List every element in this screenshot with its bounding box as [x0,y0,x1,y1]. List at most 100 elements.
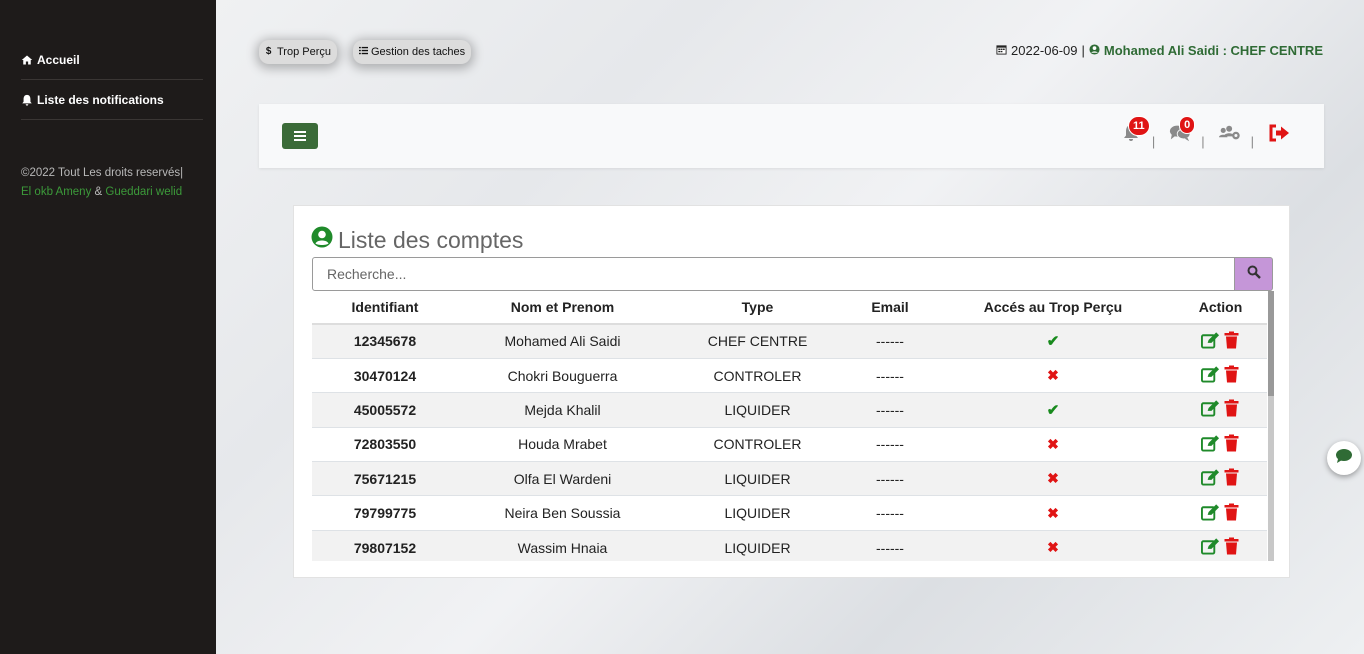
table-row: 79799775 Neira Ben Soussia LIQUIDER ------ ✖ [312,495,1267,531]
edit-icon[interactable] [1200,434,1220,455]
cell-identifiant: 75671215 [312,461,458,496]
trash-icon[interactable] [1222,331,1241,352]
trash-icon[interactable] [1222,537,1241,558]
cell-acces: ✔ [932,323,1174,359]
table-row: 30470124 Chokri Bouguerra CONTROLER ------ ✖ [312,357,1267,393]
trash-icon[interactable] [1222,434,1241,455]
logout-button[interactable] [1264,118,1294,154]
cell-type: CONTROLER [667,426,848,462]
accounts-table: Identifiant Nom et Prenom Type Email Acc… [312,291,1267,561]
column-header: Identifiant [312,291,458,325]
search-button[interactable] [1235,257,1273,291]
cell-acces: ✖ [932,461,1174,496]
edit-icon[interactable] [1200,399,1220,420]
scrollbar-track [1268,396,1274,561]
cell-action [1174,357,1267,393]
sidebar-item-notifications[interactable]: Liste des notifications [21,80,203,120]
card-title: Liste des comptes [311,226,523,254]
separator: | [1151,133,1156,149]
scrollbar-thumb[interactable] [1268,291,1274,396]
sidebar-item-accueil[interactable]: Accueil [21,40,203,80]
chat-float-button[interactable] [1327,441,1361,475]
cell-identifiant: 79807152 [312,529,458,561]
cell-type: CONTROLER [667,357,848,393]
calendar-icon [996,43,1007,58]
table-scrollbar[interactable] [1268,291,1274,561]
cell-action [1174,529,1267,561]
table-row: 72803550 Houda Mrabet CONTROLER ------ ✖ [312,426,1267,462]
cell-nom-prenom: Mejda Khalil [458,392,667,428]
accounts-table-container: Identifiant Nom et Prenom Type Email Acc… [312,291,1274,561]
cell-acces: ✖ [932,529,1174,561]
page-title: Liste des comptes [338,226,524,253]
author-link-1[interactable]: El okb Ameny [21,186,91,198]
bell-icon [21,94,35,106]
notifications-badge: 11 [1127,116,1150,136]
search-icon [1247,265,1261,284]
column-header: Accés au Trop Perçu [932,291,1174,325]
cell-action [1174,426,1267,462]
sidebar: Accueil Liste des notifications ©2022 To… [0,0,216,654]
cell-identifiant: 12345678 [312,323,458,359]
cell-identifiant: 30470124 [312,357,458,393]
cell-nom-prenom: Mohamed Ali Saidi [458,323,667,359]
cell-acces: ✖ [932,495,1174,531]
trop-percu-label: Trop Perçu [277,46,332,58]
gestion-taches-button[interactable]: Gestion des taches [353,40,472,64]
gestion-taches-label: Gestion des taches [371,46,466,58]
table-row: 45005572 Mejda Khalil LIQUIDER ------ ✔ [312,392,1267,428]
user-circle-icon [311,226,333,254]
check-icon: ✔ [1046,333,1060,351]
separator: | [1081,43,1085,58]
edit-icon[interactable] [1200,503,1220,524]
cell-action [1174,323,1267,359]
separator: | [1201,133,1205,149]
column-header: Email [848,291,932,325]
cell-nom-prenom: Chokri Bouguerra [458,357,667,393]
comment-icon [1335,448,1353,469]
home-icon [21,54,35,66]
copyright-text: ©2022 Tout Les droits reservés| [21,167,184,179]
table-row: 75671215 Olfa El Wardeni LIQUIDER ------ ✖ [312,461,1267,496]
times-icon: ✖ [1047,504,1059,521]
column-header: Action [1174,291,1267,325]
messages-badge: 0 [1179,116,1196,134]
cell-type: LIQUIDER [667,529,848,561]
search-input[interactable] [312,257,1235,291]
users-settings-button[interactable] [1215,118,1245,154]
notifications-button[interactable]: 11 [1116,116,1150,154]
cell-action [1174,392,1267,428]
cell-acces: ✖ [932,426,1174,462]
ampersand: & [94,186,103,198]
top-info: 2022-06-09 | Mohamed Ali Saidi : CHEF CE… [996,43,1323,58]
edit-icon[interactable] [1200,468,1220,489]
trash-icon[interactable] [1222,503,1241,524]
trash-icon[interactable] [1222,365,1241,386]
table-row: 79807152 Wassim Hnaia LIQUIDER ------ ✖ [312,529,1267,561]
cell-nom-prenom: Houda Mrabet [458,426,667,462]
table-row: 12345678 Mohamed Ali Saidi CHEF CENTRE ----… [312,323,1267,359]
menu-toggle-button[interactable] [282,123,318,149]
author-link-2[interactable]: Gueddari welid [105,186,182,198]
trash-icon[interactable] [1222,468,1241,489]
edit-icon[interactable] [1200,365,1220,386]
check-icon: ✔ [1046,401,1060,419]
separator: | [1250,133,1254,149]
current-date: 2022-06-09 [1011,43,1078,58]
cell-email: ------ [848,357,932,393]
trop-percu-button[interactable]: $ Trop Perçu [259,40,338,64]
cell-type: LIQUIDER [667,495,848,531]
cell-nom-prenom: Neira Ben Soussia [458,495,667,531]
cell-email: ------ [848,392,932,428]
cell-type: LIQUIDER [667,461,848,496]
edit-icon[interactable] [1200,331,1220,352]
times-icon: ✖ [1047,367,1059,384]
messages-button[interactable]: 0 [1165,116,1196,154]
trash-icon[interactable] [1222,399,1241,420]
sidebar-item-label: Accueil [37,52,80,67]
user-circle-icon [1089,43,1100,58]
sign-out-icon [1268,123,1290,148]
sidebar-item-label: Liste des notifications [37,92,164,107]
column-header: Type [667,291,848,325]
edit-icon[interactable] [1200,537,1220,558]
